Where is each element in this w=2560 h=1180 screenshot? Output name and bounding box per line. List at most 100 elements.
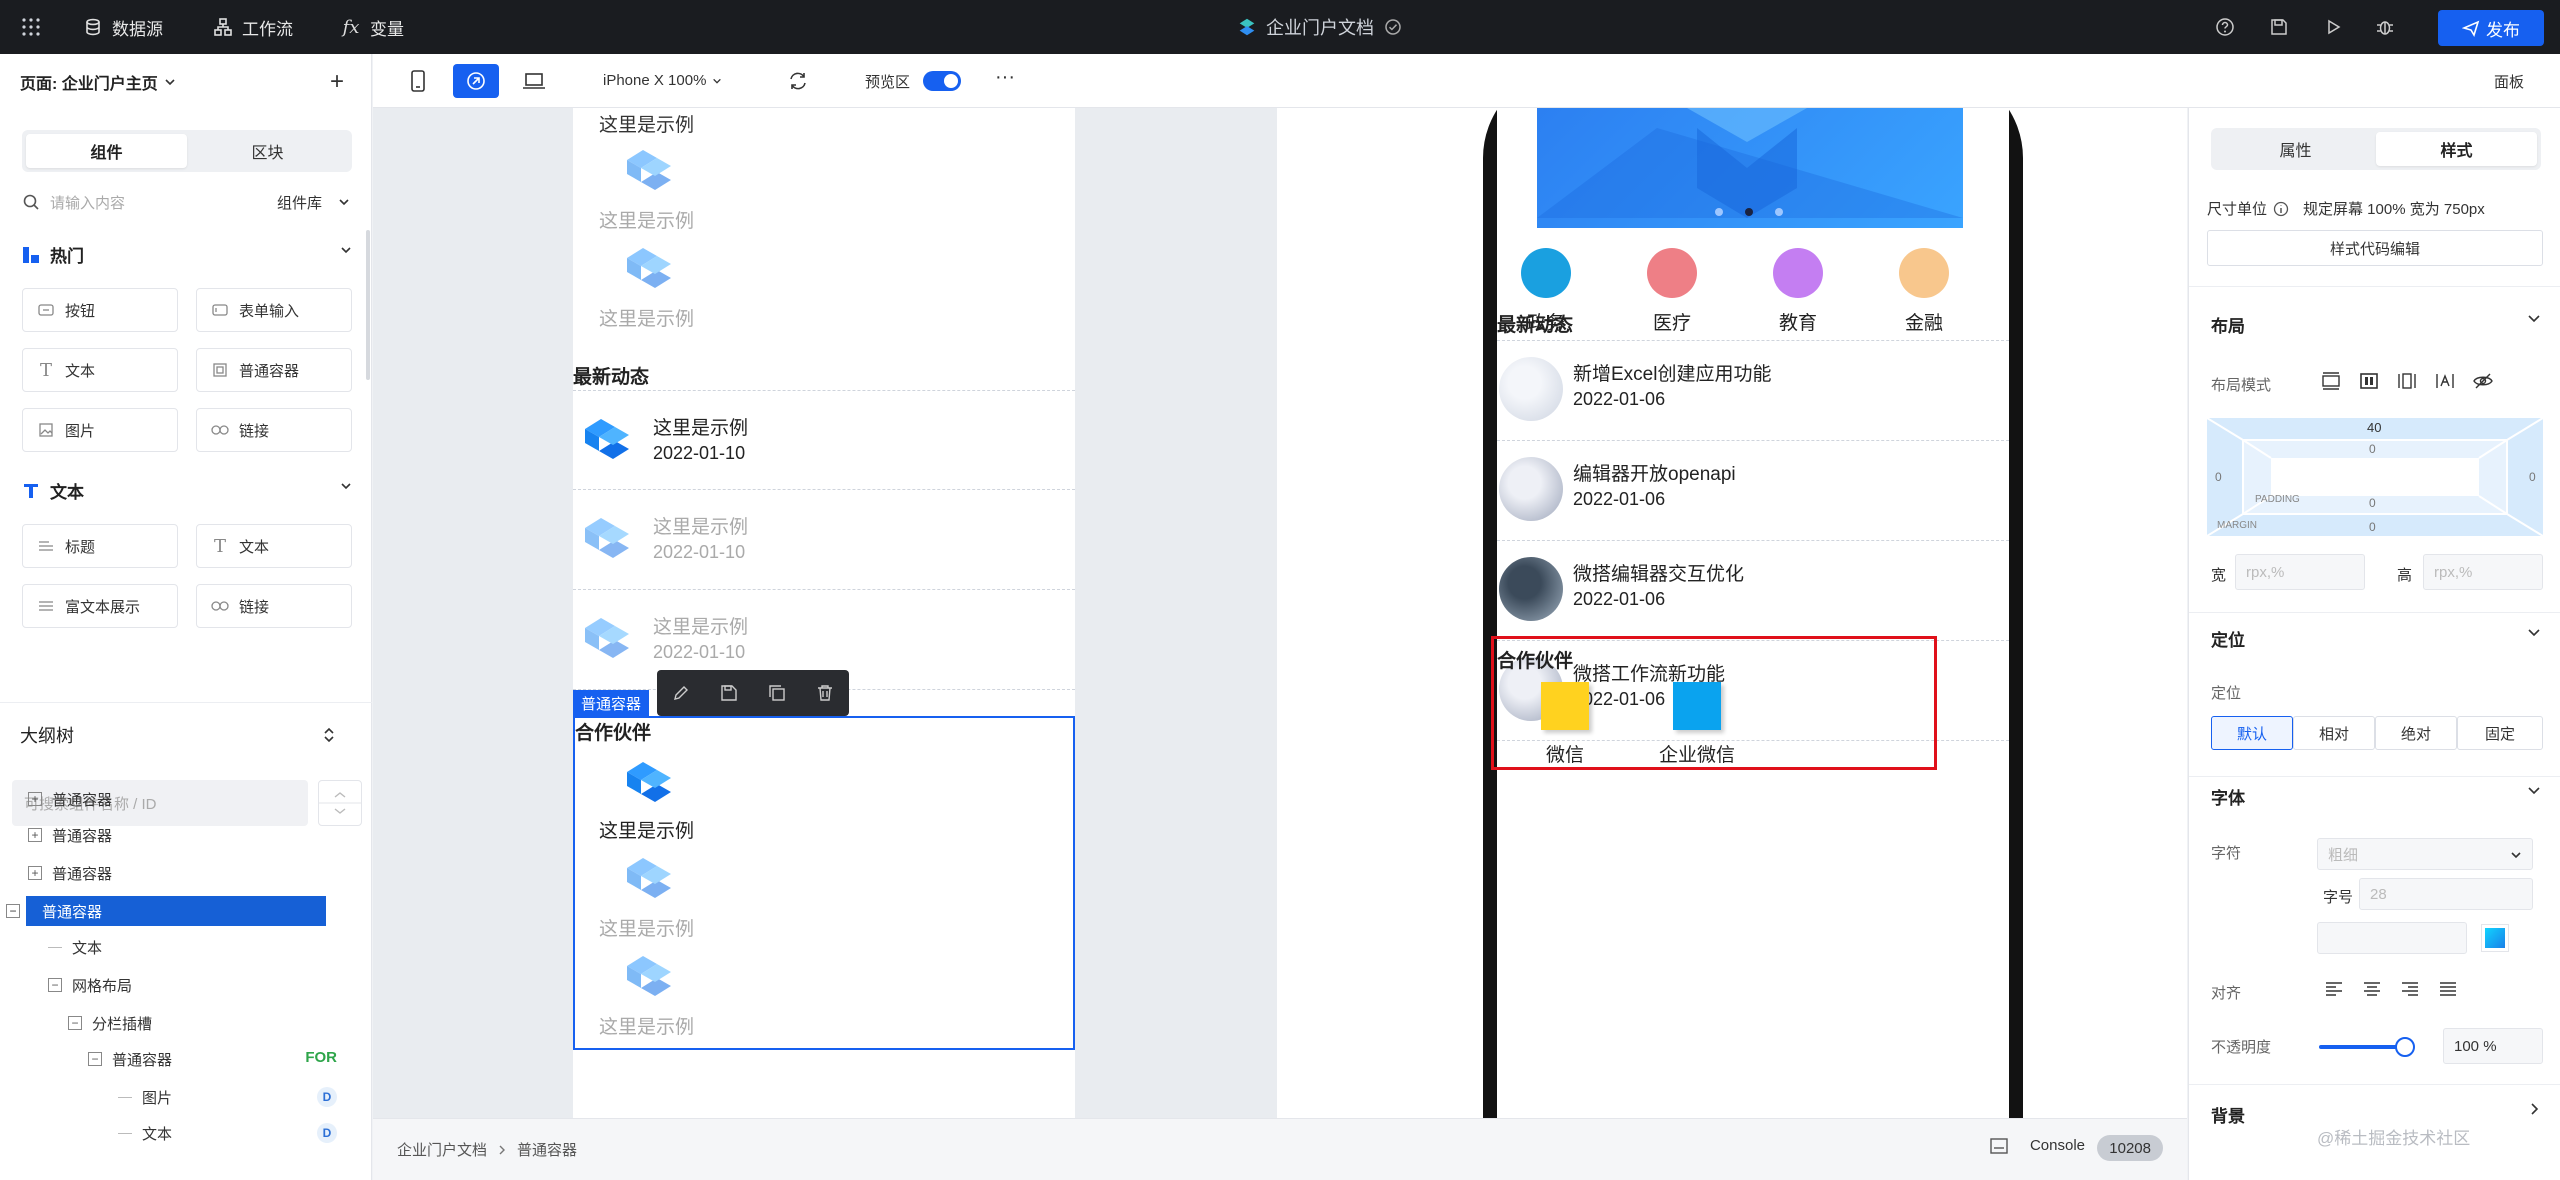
text-section-header[interactable]: 文本 [22, 478, 352, 503]
padding-top-value[interactable]: 0 [2369, 442, 2376, 456]
layout-block-icon[interactable] [2321, 372, 2341, 390]
outline-tree-node[interactable]: − 普通容器 [88, 1044, 172, 1074]
more-button[interactable]: ··· [995, 66, 1015, 89]
position-default[interactable]: 默认 [2211, 716, 2293, 750]
partners-title[interactable]: 合作伙伴 [575, 718, 651, 745]
expand-icon[interactable]: + [28, 866, 42, 880]
search-input[interactable]: 请输入内容 [50, 192, 125, 213]
comp-form-input[interactable]: 表单输入 [196, 288, 352, 332]
mobile-view-button[interactable] [395, 64, 441, 98]
opacity-slider-thumb[interactable] [2395, 1037, 2415, 1057]
news-section-title[interactable]: 最新动态 [573, 362, 649, 389]
outline-tree-node[interactable]: 文本 [48, 932, 102, 962]
nav-workflow[interactable]: 工作流 [212, 0, 293, 54]
example-text[interactable]: 这里是示例 [599, 110, 694, 137]
style-code-button[interactable]: 样式代码编辑 [2207, 230, 2543, 266]
logo-image[interactable] [623, 954, 675, 998]
layout-text-icon[interactable] [2435, 372, 2455, 390]
refresh-button[interactable] [787, 70, 809, 92]
align-center-icon[interactable] [2363, 982, 2381, 996]
comp-link-2[interactable]: 链接 [196, 584, 352, 628]
library-select[interactable]: 组件库 [277, 192, 322, 213]
preview-play-button[interactable] [2322, 0, 2344, 54]
font-color-picker[interactable] [2481, 924, 2509, 952]
outline-tree-node[interactable]: 文本 [118, 1118, 172, 1148]
panel-button[interactable]: 面板 [2494, 71, 2524, 92]
adaptive-view-button[interactable] [453, 64, 499, 98]
comp-richtext[interactable]: 富文本展示 [22, 584, 178, 628]
tab-properties[interactable]: 属性 [2215, 132, 2376, 166]
expand-icon[interactable]: + [28, 828, 42, 842]
margin-left-value[interactable]: 0 [2215, 470, 2222, 484]
device-select[interactable]: iPhone X 100% [603, 72, 722, 89]
help-button[interactable] [2214, 0, 2236, 54]
collapse-icon[interactable]: − [68, 1016, 82, 1030]
height-input[interactable]: rpx,% [2423, 554, 2543, 590]
position-relative[interactable]: 相对 [2293, 716, 2375, 750]
hot-section-header[interactable]: 热门 [22, 242, 352, 267]
expand-icon[interactable]: + [28, 792, 42, 806]
example-text[interactable]: 这里是示例 [599, 1012, 694, 1039]
example-text[interactable]: 这里是示例 [599, 816, 694, 843]
example-text[interactable]: 这里是示例 [599, 206, 694, 233]
tab-blocks[interactable]: 区块 [187, 134, 348, 168]
logo-image[interactable] [623, 148, 675, 192]
opacity-input[interactable]: 100 % [2443, 1028, 2543, 1064]
comp-text[interactable]: T 文本 [22, 348, 178, 392]
save-button[interactable] [2268, 0, 2290, 54]
selected-container[interactable]: 合作伙伴 这里是示例 这里是示例 这里是示例 [573, 716, 1075, 1050]
apps-grid-button[interactable] [20, 0, 42, 54]
comp-image[interactable]: 图片 [22, 408, 178, 452]
category-icon[interactable] [1773, 248, 1823, 298]
publish-button[interactable]: 发布 [2438, 10, 2544, 46]
phone-news-row[interactable]: 编辑器开放openapi 2022-01-06 [1497, 440, 2009, 540]
preview-toggle[interactable] [923, 71, 961, 91]
info-icon[interactable] [2273, 201, 2289, 217]
box-model-editor[interactable]: 40 0 0 0 PADDING 0 MARGIN 0 [2207, 418, 2543, 536]
align-left-icon[interactable] [2325, 982, 2343, 996]
example-text[interactable]: 这里是示例 [599, 914, 694, 941]
position-fixed[interactable]: 固定 [2457, 716, 2543, 750]
outline-tree-node[interactable]: + 普通容器 [28, 820, 112, 850]
outline-tree-node[interactable]: + 普通容器 [28, 784, 112, 814]
breadcrumb-item[interactable]: 普通容器 [517, 1139, 577, 1160]
category-label[interactable]: 医疗 [1637, 308, 1707, 335]
line-height-input[interactable] [2317, 922, 2467, 954]
margin-top-value[interactable]: 40 [2367, 420, 2381, 435]
banner-image[interactable] [1537, 108, 1963, 228]
margin-right-value[interactable]: 0 [2529, 470, 2536, 484]
category-label[interactable]: 教育 [1763, 308, 1833, 335]
desktop-view-button[interactable] [511, 64, 557, 98]
logo-image[interactable] [623, 760, 675, 804]
debug-button[interactable] [2374, 0, 2396, 54]
outline-tree-node[interactable]: 图片 [118, 1082, 172, 1112]
layout-section-header[interactable]: 布局 [2211, 312, 2541, 337]
add-page-button[interactable]: + [330, 68, 344, 96]
align-right-icon[interactable] [2401, 982, 2419, 996]
outline-tree-node[interactable]: − 分栏插槽 [68, 1008, 152, 1038]
delete-icon[interactable] [816, 684, 834, 702]
breadcrumb-item[interactable]: 企业门户文档 [397, 1139, 487, 1160]
category-icon[interactable] [1647, 248, 1697, 298]
nav-variables[interactable]: fx 变量 [340, 0, 404, 54]
collapse-icon[interactable]: − [48, 978, 62, 992]
carousel-dots[interactable] [1715, 208, 1783, 216]
outline-tree-node[interactable]: − 网格布局 [48, 970, 132, 1000]
phone-news-row[interactable]: 新增Excel创建应用功能 2022-01-06 [1497, 340, 2009, 440]
expand-collapse-icon[interactable] [322, 726, 336, 744]
phone-news-row[interactable]: 微搭编辑器交互优化 2022-01-06 [1497, 540, 2009, 640]
category-label[interactable]: 金融 [1889, 308, 1959, 335]
comp-heading[interactable]: 标题 [22, 524, 178, 568]
comp-text-2[interactable]: T 文本 [196, 524, 352, 568]
news-row[interactable]: 这里是示例 2022-01-10 [573, 490, 1075, 590]
component-search[interactable]: 请输入内容 组件库 [22, 186, 352, 218]
scrollbar[interactable] [366, 230, 370, 380]
console-toggle[interactable]: Console [1990, 1137, 2085, 1154]
edit-icon[interactable] [672, 684, 690, 702]
eye-off-icon[interactable] [2473, 372, 2493, 390]
comp-button[interactable]: 按钮 [22, 288, 178, 332]
width-input[interactable]: rpx,% [2235, 554, 2365, 590]
outline-tree-node[interactable]: + 普通容器 [28, 858, 112, 888]
tab-styles[interactable]: 样式 [2376, 132, 2537, 166]
page-selector[interactable]: 页面: 企业门户主页 [20, 70, 176, 94]
